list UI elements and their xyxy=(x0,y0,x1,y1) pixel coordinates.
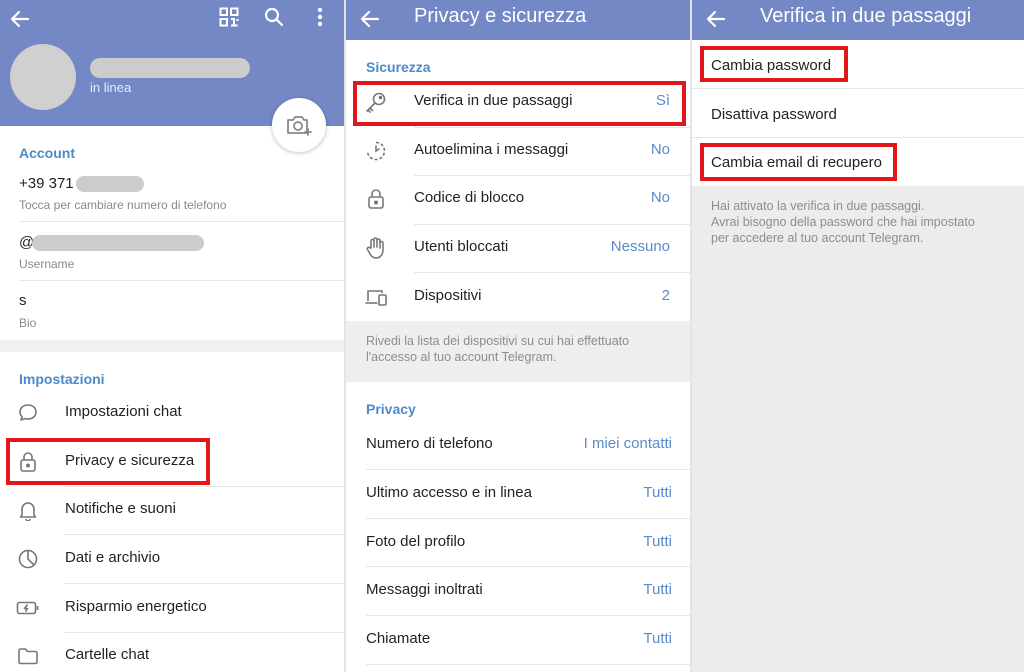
privacy-item-profile-photo[interactable]: Foto del profilo Tutti xyxy=(346,519,690,567)
timer-icon xyxy=(362,137,390,165)
divider xyxy=(19,280,344,281)
bell-icon xyxy=(14,496,42,524)
item-value: Sì xyxy=(655,92,670,109)
security-section-title: Sicurezza xyxy=(366,59,431,75)
search-icon[interactable] xyxy=(260,3,288,31)
phone-hint: Tocca per cambiare numero di telefono xyxy=(19,198,227,212)
item-label: Verifica in due passaggi xyxy=(414,92,573,109)
security-item-devices[interactable]: Dispositivi 2 xyxy=(346,273,690,321)
item-label: Messaggi inoltrati xyxy=(366,581,483,598)
settings-item-label: Privacy e sicurezza xyxy=(65,452,195,469)
item-label: Utenti bloccati xyxy=(414,238,509,255)
divider xyxy=(692,137,1024,138)
settings-panel: in linea Account +39 371 Tocca per cambi… xyxy=(0,0,344,672)
privacy-security-panel: Privacy e sicurezza Sicurezza Verifica i… xyxy=(346,0,690,672)
change-password-button[interactable]: Cambia password xyxy=(711,57,831,74)
security-item-auto-delete[interactable]: Autoelimina i messaggi No xyxy=(346,127,690,175)
item-label: Numero di telefono xyxy=(366,435,493,452)
key-icon xyxy=(362,88,390,116)
settings-item-label: Notifiche e suoni xyxy=(65,500,176,517)
settings-section-title: Impostazioni xyxy=(19,371,105,387)
hand-icon xyxy=(362,234,390,262)
item-label: Foto del profilo xyxy=(366,533,466,550)
top-bar: Verifica in due passaggi xyxy=(692,0,1024,40)
settings-item-power-saving[interactable]: Risparmio energetico xyxy=(0,584,344,632)
back-arrow-icon[interactable] xyxy=(354,2,386,36)
item-value: 2 xyxy=(661,287,670,304)
item-value: No xyxy=(650,189,670,206)
battery-icon xyxy=(14,594,42,622)
bio-value: s xyxy=(19,292,27,309)
item-value: Tutti xyxy=(643,484,672,501)
privacy-item-calls[interactable]: Chiamate Tutti xyxy=(346,616,690,664)
settings-item-data[interactable]: Dati e archivio xyxy=(0,535,344,583)
divider xyxy=(19,221,344,222)
pie-chart-icon xyxy=(14,545,42,573)
section-gap xyxy=(0,340,344,352)
page-title: Privacy e sicurezza xyxy=(414,5,587,27)
set-photo-button[interactable] xyxy=(272,98,326,152)
chat-bubble-icon xyxy=(14,399,42,427)
settings-item-folders[interactable]: Cartelle chat xyxy=(0,632,344,672)
item-value: Tutti xyxy=(643,533,672,550)
settings-item-label: Dati e archivio xyxy=(65,549,161,566)
divider xyxy=(692,88,1024,89)
devices-note: Rivedi la lista dei dispositivi su cui h… xyxy=(366,334,630,364)
privacy-section-title: Privacy xyxy=(366,401,416,417)
settings-item-label: Impostazioni chat xyxy=(65,403,182,420)
name-redacted xyxy=(90,58,250,78)
privacy-item-last-seen[interactable]: Ultimo accesso e in linea Tutti xyxy=(346,470,690,518)
settings-item-chat[interactable]: Impostazioni chat xyxy=(0,389,344,437)
item-label: Dispositivi xyxy=(414,287,482,304)
devices-icon xyxy=(362,283,390,311)
two-step-note-line3: per accedere al tuo account Telegram. xyxy=(711,231,924,245)
security-item-blocked-users[interactable]: Utenti bloccati Nessuno xyxy=(346,224,690,272)
settings-item-notifications[interactable]: Notifiche e suoni xyxy=(0,486,344,534)
divider xyxy=(366,664,690,665)
security-item-passcode[interactable]: Codice di blocco No xyxy=(346,175,690,223)
back-arrow-icon[interactable] xyxy=(4,2,36,36)
settings-item-privacy[interactable]: Privacy e sicurezza xyxy=(0,438,344,486)
online-status: in linea xyxy=(90,80,132,95)
back-arrow-icon[interactable] xyxy=(700,2,732,36)
more-vertical-icon[interactable] xyxy=(306,3,334,31)
two-step-verification-panel: Verifica in due passaggi Cambia password… xyxy=(692,0,1024,672)
security-item-two-step[interactable]: Verifica in due passaggi Sì xyxy=(346,78,690,126)
item-label: Autoelimina i messaggi xyxy=(414,141,569,158)
item-value: Tutti xyxy=(643,581,672,598)
settings-item-label: Risparmio energetico xyxy=(65,598,207,615)
item-value: Nessuno xyxy=(610,238,670,255)
top-bar: Privacy e sicurezza xyxy=(346,0,690,40)
item-label: Codice di blocco xyxy=(414,189,525,206)
item-label: Ultimo accesso e in linea xyxy=(366,484,532,501)
change-recovery-email-button[interactable]: Cambia email di recupero xyxy=(711,154,882,171)
privacy-item-forwarded[interactable]: Messaggi inoltrati Tutti xyxy=(346,567,690,615)
folder-icon xyxy=(14,642,42,670)
account-section-title: Account xyxy=(19,145,75,161)
lock-icon xyxy=(14,448,42,476)
item-value: Tutti xyxy=(643,630,672,647)
username-redacted xyxy=(32,235,204,251)
qr-code-icon[interactable] xyxy=(215,3,243,31)
page-title: Verifica in due passaggi xyxy=(760,5,972,27)
bio-label: Bio xyxy=(19,316,37,330)
settings-item-label: Cartelle chat xyxy=(65,646,150,663)
privacy-item-phone[interactable]: Numero di telefono I miei contatti xyxy=(346,421,690,469)
two-step-note-line1: Hai attivato la verifica in due passaggi… xyxy=(711,199,925,213)
username-label: Username xyxy=(19,257,75,271)
item-label: Chiamate xyxy=(366,630,431,647)
phone-number: +39 371 xyxy=(19,175,74,192)
avatar[interactable] xyxy=(10,44,76,110)
lock-icon xyxy=(362,185,390,213)
item-value: I miei contatti xyxy=(583,435,672,452)
two-step-note-line2: Avrai bisogno della password che hai imp… xyxy=(711,215,975,229)
item-value: No xyxy=(650,141,670,158)
phone-redacted xyxy=(76,176,144,192)
disable-password-button[interactable]: Disattiva password xyxy=(711,106,837,123)
